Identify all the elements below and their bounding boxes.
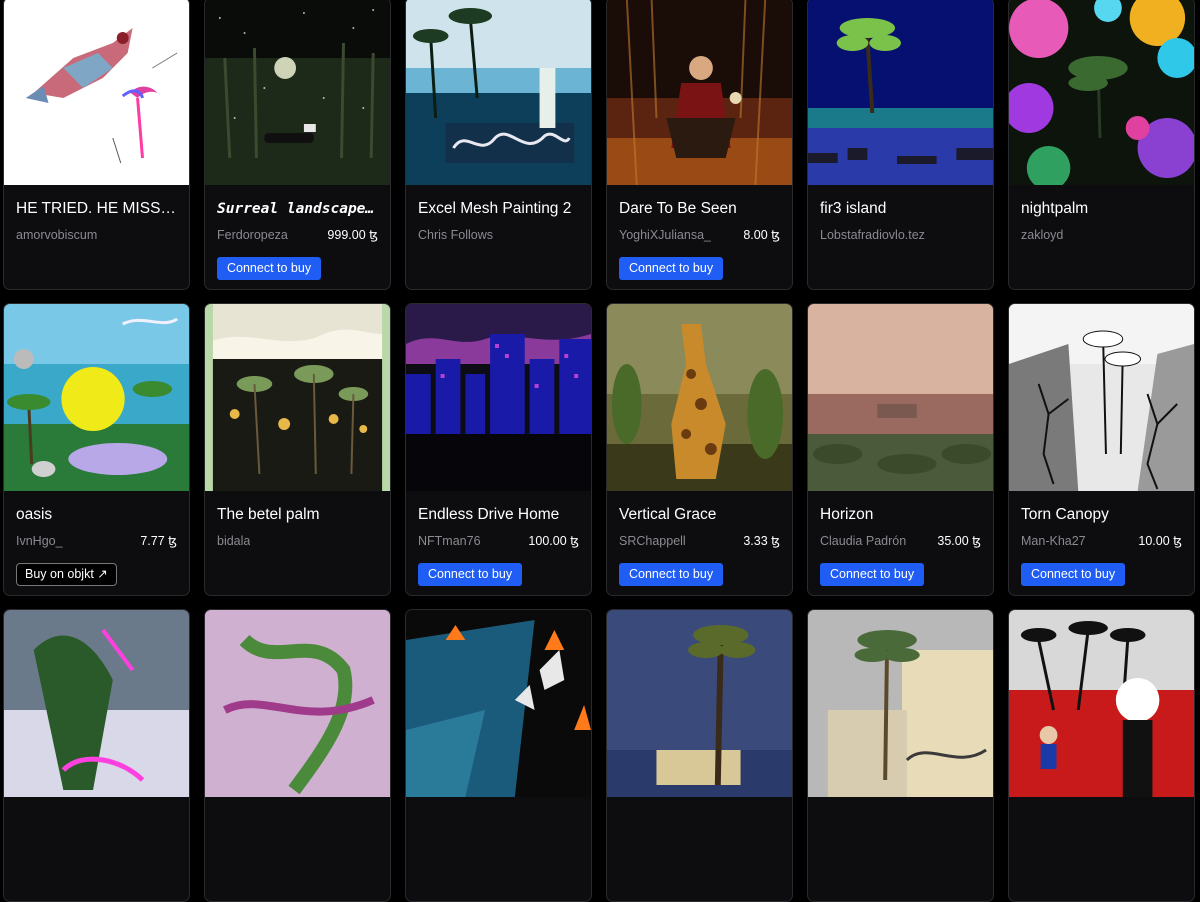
artwork-thumbnail[interactable] [406,0,591,185]
artwork-card[interactable] [204,609,391,902]
artwork-card[interactable]: oasis IvnHgo_ 7.77 ꜩ Buy on objkt ↗ [3,303,190,596]
artwork-thumbnail[interactable] [1009,0,1194,185]
artwork-title[interactable]: Torn Canopy [1021,505,1182,525]
price: 7.77 ꜩ [140,534,177,548]
artwork-title[interactable]: Horizon [820,505,981,525]
artwork-title[interactable]: HE TRIED. HE MISSED [16,199,177,219]
artwork-card[interactable]: Dare To Be Seen YoghiXJuliansa_ 8.00 ꜩ C… [606,0,793,290]
artwork-thumbnail[interactable] [607,0,792,185]
artwork-card[interactable] [606,609,793,902]
artwork-title[interactable]: oasis [16,505,177,525]
artist-name[interactable]: Man-Kha27 [1021,533,1086,549]
artist-name[interactable]: YoghiXJuliansa_ [619,227,711,243]
buy-on-objkt-button[interactable]: Buy on objkt ↗ [16,563,117,586]
connect-to-buy-button[interactable]: Connect to buy [1021,563,1126,586]
artwork-card[interactable]: The betel palm bidala [204,303,391,596]
price: 3.33 ꜩ [743,534,780,548]
artwork-card[interactable]: Excel Mesh Painting 2 Chris Follows [405,0,592,290]
price: 35.00 ꜩ [937,534,981,548]
artwork-thumbnail[interactable] [406,610,591,797]
artwork-card[interactable] [3,609,190,902]
artist-name[interactable]: IvnHgo_ [16,533,63,549]
artwork-thumbnail[interactable] [205,0,390,185]
connect-to-buy-button[interactable]: Connect to buy [619,257,724,280]
artwork-title[interactable]: Dare To Be Seen [619,199,780,219]
artwork-thumbnail[interactable] [808,304,993,491]
artwork-thumbnail[interactable] [1009,304,1194,491]
artist-name[interactable]: NFTman76 [418,533,481,549]
artwork-title[interactable]: The betel palm [217,505,378,525]
artwork-thumbnail[interactable] [808,610,993,797]
artwork-thumbnail[interactable] [808,0,993,185]
artist-name[interactable]: Ferdoropeza [217,227,288,243]
artwork-title[interactable]: Endless Drive Home [418,505,579,525]
artwork-title[interactable]: nightpalm [1021,199,1182,219]
artwork-card[interactable] [807,609,994,902]
artwork-title[interactable]: Surreal landscape 01 [217,199,378,219]
artwork-card[interactable]: nightpalm zakloyd [1008,0,1195,290]
artwork-thumbnail[interactable] [4,0,189,185]
artist-name[interactable]: zakloyd [1021,227,1063,243]
connect-to-buy-button[interactable]: Connect to buy [418,563,523,586]
price: 100.00 ꜩ [528,534,579,548]
artwork-thumbnail[interactable] [607,610,792,797]
artwork-thumbnail[interactable] [1009,610,1194,797]
artwork-thumbnail[interactable] [205,610,390,797]
artwork-card[interactable]: HE TRIED. HE MISSED amorvobiscum [3,0,190,290]
artist-name[interactable]: bidala [217,533,250,549]
artist-name[interactable]: Chris Follows [418,227,493,243]
connect-to-buy-button[interactable]: Connect to buy [820,563,925,586]
artist-name[interactable]: SRChappell [619,533,686,549]
artwork-title[interactable]: Excel Mesh Painting 2 [418,199,579,219]
artwork-card[interactable] [1008,609,1195,902]
artist-name[interactable]: Claudia Padrón [820,533,906,549]
artwork-card[interactable]: Endless Drive Home NFTman76 100.00 ꜩ Con… [405,303,592,596]
price: 8.00 ꜩ [743,228,780,242]
connect-to-buy-button[interactable]: Connect to buy [619,563,724,586]
artwork-card[interactable] [405,609,592,902]
artwork-card[interactable]: Vertical Grace SRChappell 3.33 ꜩ Connect… [606,303,793,596]
artwork-title[interactable]: Vertical Grace [619,505,780,525]
artwork-thumbnail[interactable] [205,304,390,491]
artwork-grid: HE TRIED. HE MISSED amorvobiscum Surreal… [3,0,1195,902]
connect-to-buy-button[interactable]: Connect to buy [217,257,322,280]
artist-name[interactable]: amorvobiscum [16,227,97,243]
artwork-thumbnail[interactable] [4,610,189,797]
artwork-thumbnail[interactable] [4,304,189,491]
artwork-card[interactable]: Surreal landscape 01 Ferdoropeza 999.00 … [204,0,391,290]
artwork-card[interactable]: Torn Canopy Man-Kha27 10.00 ꜩ Connect to… [1008,303,1195,596]
artist-name[interactable]: Lobstafradiovlo.tez [820,227,925,243]
price: 10.00 ꜩ [1138,534,1182,548]
artwork-card[interactable]: Horizon Claudia Padrón 35.00 ꜩ Connect t… [807,303,994,596]
artwork-title[interactable]: fir3 island [820,199,981,219]
artwork-thumbnail[interactable] [607,304,792,491]
artwork-card[interactable]: fir3 island Lobstafradiovlo.tez [807,0,994,290]
price: 999.00 ꜩ [327,228,378,242]
artwork-thumbnail[interactable] [406,304,591,491]
